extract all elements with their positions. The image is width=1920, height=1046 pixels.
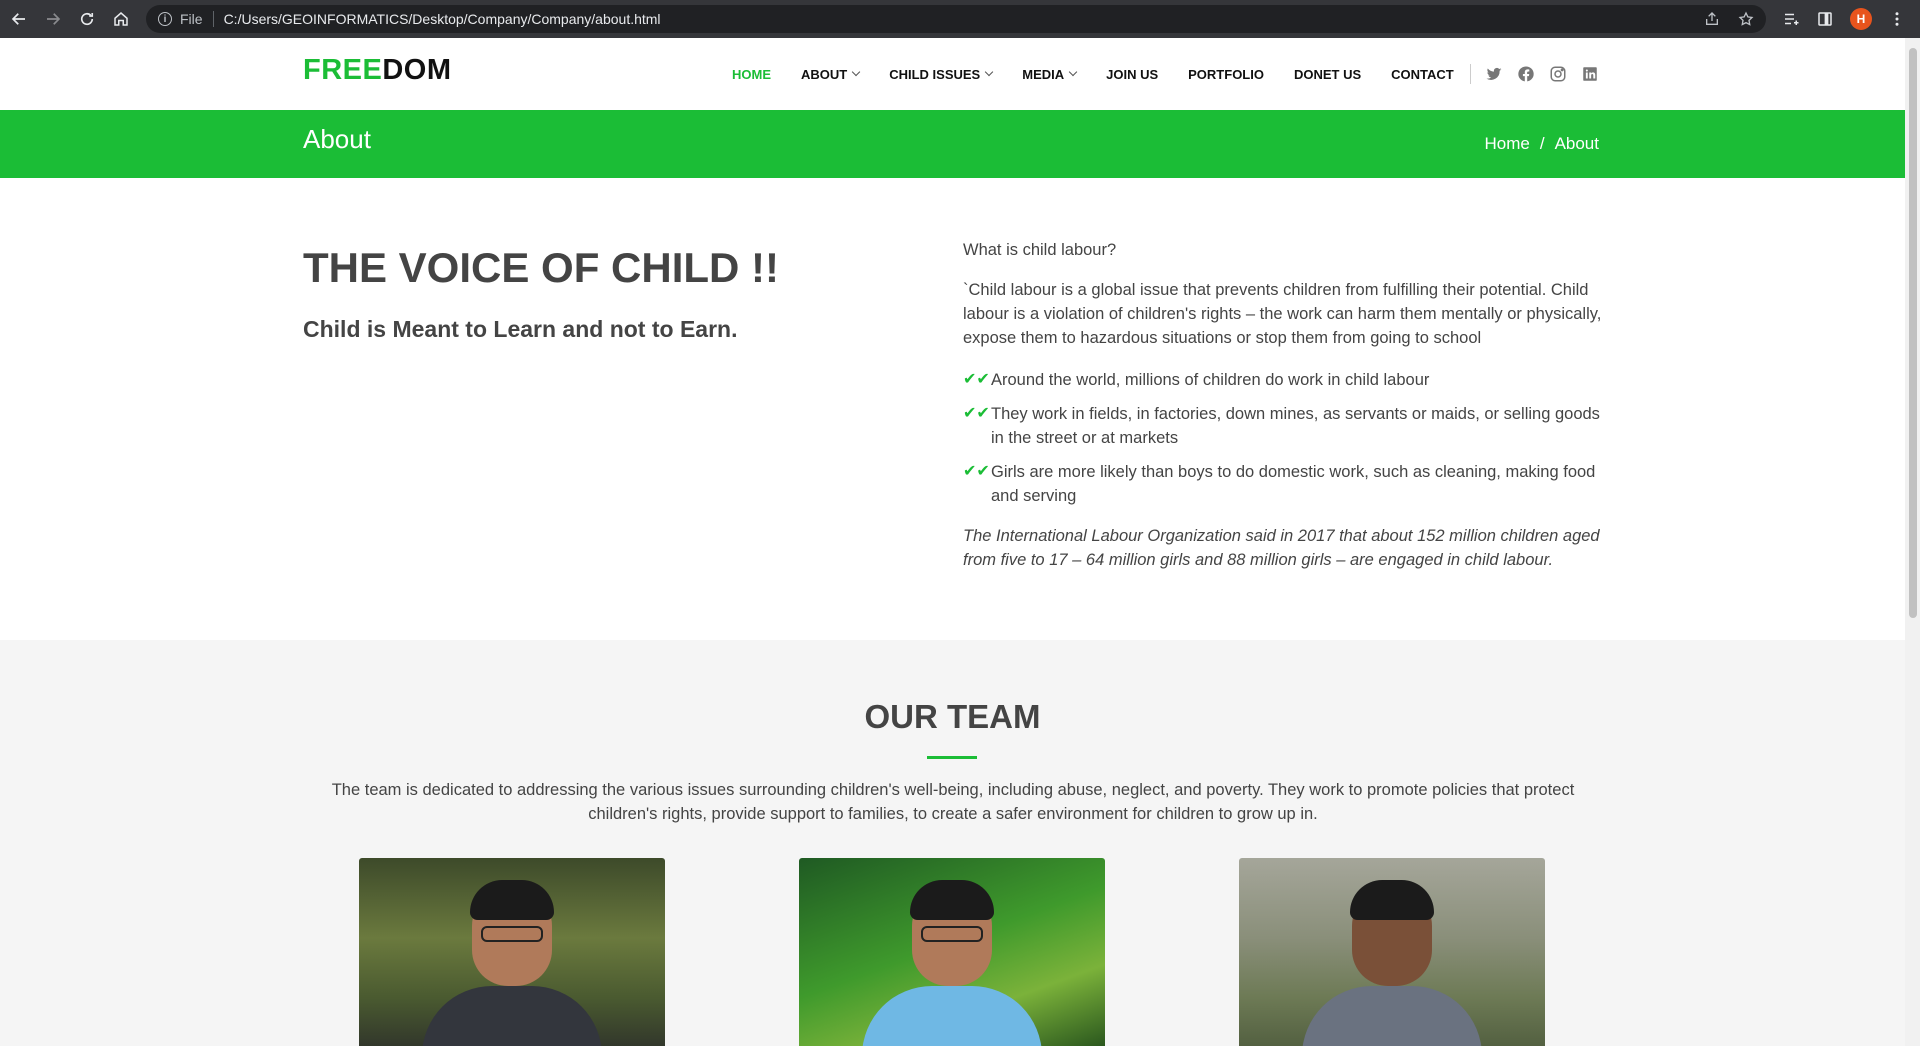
breadcrumb-current: About — [1554, 134, 1599, 153]
breadcrumb-separator: / — [1539, 134, 1545, 153]
forward-button[interactable] — [38, 4, 68, 34]
nav-portfolio[interactable]: PORTFOLIO — [1188, 67, 1264, 82]
chevron-down-icon — [984, 67, 994, 77]
arrow-right-icon — [47, 13, 61, 25]
main-nav: HOME ABOUT CHILD ISSUES MEDIA JOIN US PO… — [732, 64, 1599, 84]
list-item: ✔✔ Around the world, millions of children… — [963, 368, 1603, 392]
site-header: FREEDOM HOME ABOUT CHILD ISSUES MEDIA JO… — [0, 38, 1905, 110]
nav-donet-us[interactable]: DONET US — [1294, 67, 1361, 82]
site-logo[interactable]: FREEDOM — [303, 54, 452, 87]
page-viewport: FREEDOM HOME ABOUT CHILD ISSUES MEDIA JO… — [0, 38, 1905, 1046]
about-points: ✔✔ Around the world, millions of children… — [963, 368, 1603, 508]
kebab-menu-icon[interactable] — [1888, 10, 1906, 28]
team-heading: OUR TEAM — [864, 698, 1041, 735]
about-heading: THE VOICE OF CHILD !! — [303, 244, 779, 291]
about-quote: The International Labour Organization sa… — [963, 527, 1600, 569]
arrow-left-icon — [11, 13, 25, 25]
site-info-icon[interactable]: i — [158, 12, 172, 26]
about-question: What is child labour? — [963, 241, 1117, 259]
instagram-icon[interactable] — [1549, 65, 1567, 83]
side-panel-icon[interactable] — [1816, 10, 1834, 28]
team-section: OUR TEAM The team is dedicated to addres… — [0, 640, 1905, 1046]
nav-home[interactable]: HOME — [732, 67, 771, 82]
linkedin-icon[interactable] — [1581, 65, 1599, 83]
scrollbar-thumb[interactable] — [1909, 48, 1917, 618]
page-scrollbar[interactable] — [1905, 38, 1920, 1046]
chevron-down-icon — [1068, 67, 1078, 77]
breadcrumb-bar: About Home / About — [0, 110, 1905, 178]
team-member-photo — [359, 858, 665, 1046]
chevron-down-icon — [851, 67, 861, 77]
reload-icon — [80, 12, 94, 26]
page-title: About — [303, 124, 371, 154]
twitter-icon[interactable] — [1485, 65, 1503, 83]
heading-underline — [927, 756, 977, 759]
about-paragraph: `Child labour is a global issue that pre… — [963, 281, 1602, 347]
facebook-icon[interactable] — [1517, 65, 1535, 83]
omnibox-divider — [212, 11, 214, 27]
about-content: What is child labour? `Child labour is a… — [963, 238, 1603, 572]
double-check-icon: ✔✔ — [963, 463, 990, 480]
team-member-photo — [799, 858, 1105, 1046]
nav-media[interactable]: MEDIA — [1022, 67, 1078, 82]
address-bar[interactable]: i File C:/Users/GEOINFORMATICS/Desktop/C… — [146, 5, 1766, 33]
share-icon[interactable] — [1704, 11, 1720, 27]
nav-divider — [1469, 64, 1471, 84]
breadcrumb-home-link[interactable]: Home — [1484, 134, 1529, 154]
double-check-icon: ✔✔ — [963, 405, 990, 422]
team-description: The team is dedicated to addressing the … — [331, 781, 1575, 823]
home-button[interactable] — [106, 4, 136, 34]
list-item: ✔✔ They work in fields, in factories, dow… — [963, 402, 1603, 450]
reading-list-icon[interactable] — [1782, 10, 1800, 28]
bookmark-star-icon[interactable] — [1738, 11, 1754, 27]
nav-join-us[interactable]: JOIN US — [1106, 67, 1158, 82]
nav-about[interactable]: ABOUT — [801, 67, 861, 82]
url-text[interactable]: C:/Users/GEOINFORMATICS/Desktop/Company/… — [224, 11, 661, 27]
about-subheading: Child is Meant to Learn and not to Earn. — [303, 316, 738, 342]
nav-contact[interactable]: CONTACT — [1391, 67, 1454, 82]
nav-child-issues[interactable]: CHILD ISSUES — [889, 67, 994, 82]
profile-avatar[interactable]: H — [1850, 8, 1872, 30]
reload-button[interactable] — [72, 4, 102, 34]
social-links — [1485, 65, 1599, 83]
team-member-photo — [1239, 858, 1545, 1046]
breadcrumb: Home / About — [1484, 134, 1599, 154]
browser-toolbar: i File C:/Users/GEOINFORMATICS/Desktop/C… — [0, 0, 1920, 38]
back-button[interactable] — [4, 4, 34, 34]
about-section: THE VOICE OF CHILD !! Child is Meant to … — [0, 178, 1905, 640]
list-item: ✔✔ Girls are more likely than boys to do … — [963, 460, 1603, 508]
protocol-label: File — [180, 11, 203, 27]
double-check-icon: ✔✔ — [963, 371, 990, 388]
home-icon — [114, 12, 128, 26]
